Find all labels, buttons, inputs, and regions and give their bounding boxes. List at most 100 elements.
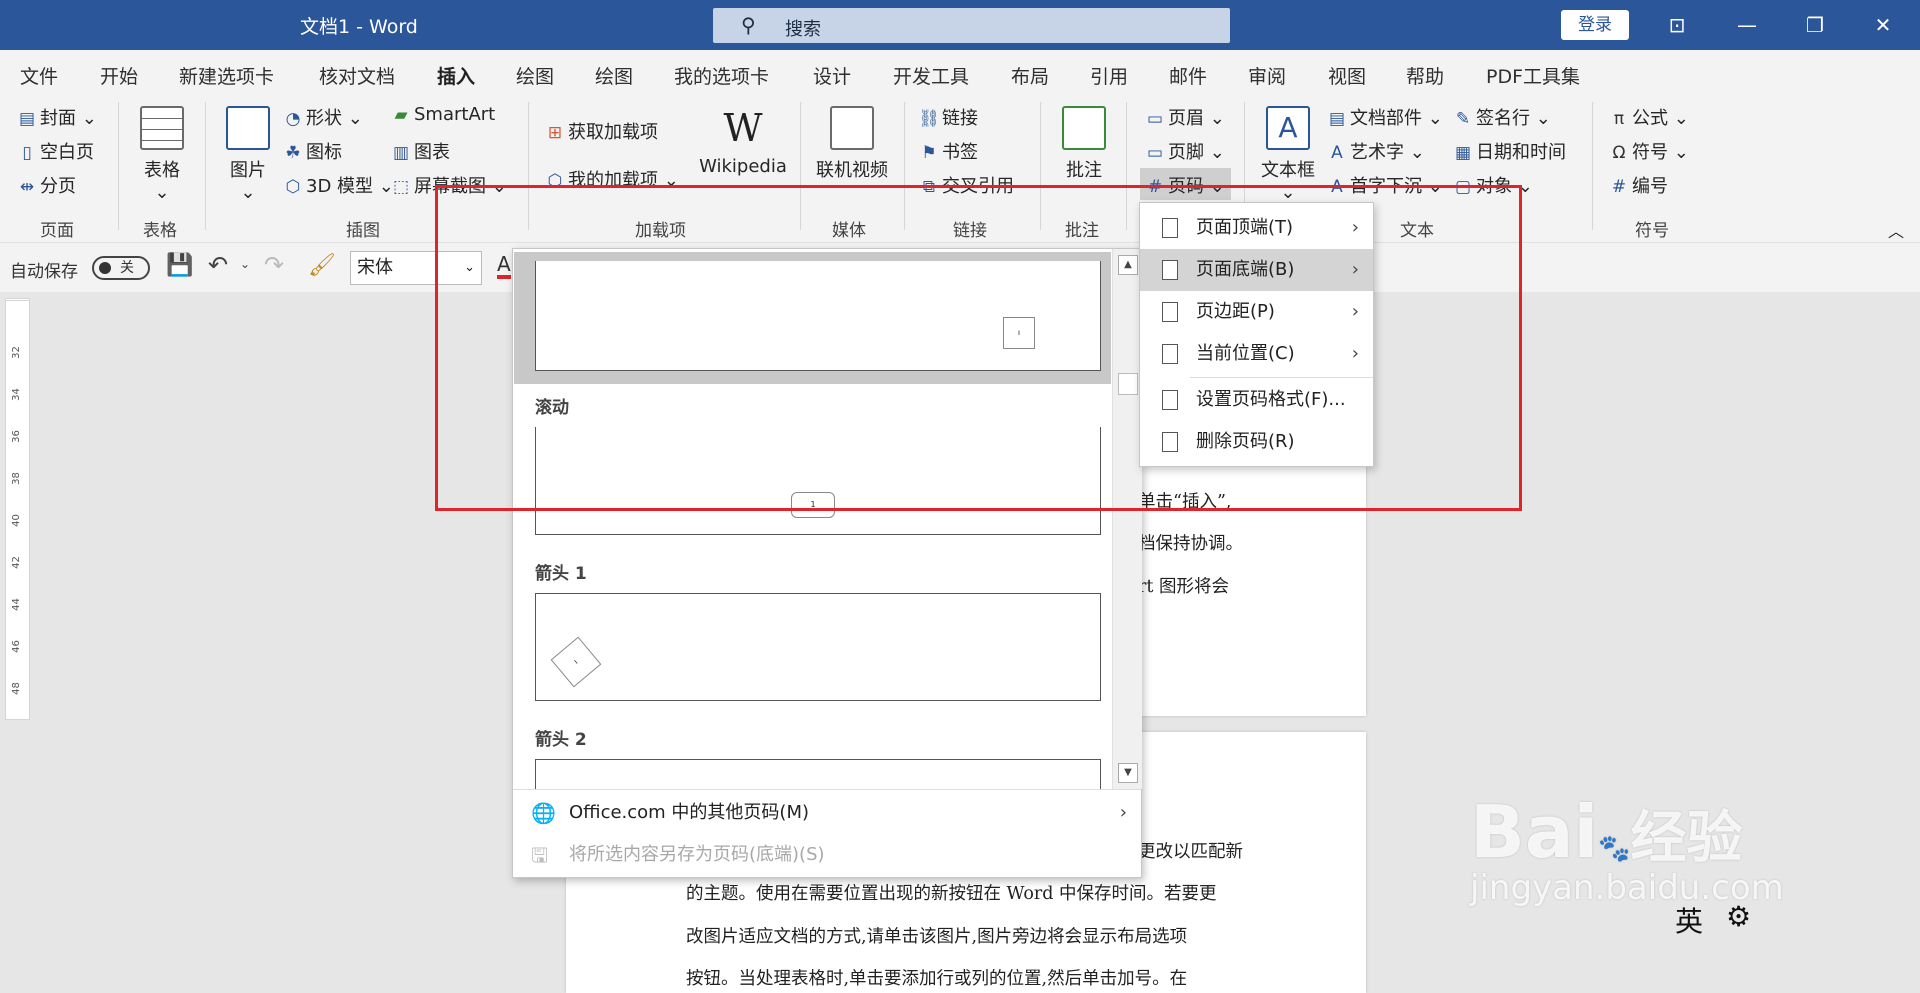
footer-label: 页脚 [1168, 142, 1204, 163]
date-time-button[interactable]: ▦ 日期和时间 [1452, 138, 1566, 164]
quick-parts-button[interactable]: ▤ 文档部件 ⌄ [1326, 104, 1443, 130]
tab-draw-2[interactable]: 绘图 [595, 62, 633, 89]
gallery-thumb-arrow2[interactable] [535, 759, 1101, 789]
tab-layout[interactable]: 布局 [1011, 62, 1049, 89]
separator [118, 102, 119, 230]
tab-developer[interactable]: 开发工具 [893, 62, 969, 89]
page1-text-line: 档保持协调。 [1138, 534, 1243, 554]
search-box[interactable]: ⚲ 搜索 [713, 8, 1230, 43]
page-break-button[interactable]: ⇹ 分页 [16, 172, 76, 198]
3d-model-label: 3D 模型 [306, 176, 374, 197]
tab-new[interactable]: 新建选项卡 [179, 62, 274, 89]
ruler-tick: 38 [10, 472, 22, 485]
tab-file[interactable]: 文件 [20, 62, 58, 89]
tab-design[interactable]: 设计 [813, 62, 851, 89]
chart-icon: ▥ [392, 143, 410, 163]
save-selection-item[interactable]: 🖫 将所选内容另存为页码(底端)(S) [513, 834, 1141, 876]
page-break-icon: ⇹ [19, 177, 35, 197]
table-button[interactable]: 表格 ⌄ [138, 106, 186, 203]
bookmark-button[interactable]: ⚑ 书签 [918, 138, 978, 164]
equation-label: 公式 [1632, 108, 1668, 129]
chart-button[interactable]: ▥ 图表 [390, 138, 450, 164]
page2-text-line: 的主题。使用在需要位置出现的新按钮在 Word 中保存时间。若要更 [686, 884, 1217, 904]
link-icon: ⛓ [918, 109, 940, 129]
autosave-toggle[interactable]: 关 [92, 256, 150, 280]
omega-icon: Ω [1612, 143, 1626, 163]
separator [1592, 102, 1593, 230]
ribbon-tabs: 文件 开始 新建选项卡 核对文档 插入 绘图 绘图 我的选项卡 设计 开发工具 … [0, 50, 1920, 141]
blank-page-label: 空白页 [40, 142, 94, 163]
3d-model-button[interactable]: ⬡ 3D 模型 ⌄ [282, 172, 394, 198]
comment-button[interactable]: 批注 [1056, 106, 1112, 182]
tab-review[interactable]: 审阅 [1248, 62, 1286, 89]
tab-help[interactable]: 帮助 [1406, 62, 1444, 89]
header-label: 页眉 [1168, 108, 1204, 129]
gallery-thumb-arrow1[interactable]: ı [535, 593, 1101, 701]
highlight-annotation-box [435, 185, 1522, 511]
minimize-icon[interactable]: — [1727, 8, 1767, 42]
close-icon[interactable]: ✕ [1863, 8, 1903, 42]
tab-mailings[interactable]: 邮件 [1169, 62, 1207, 89]
shapes-button[interactable]: ◔ 形状 ⌄ [282, 104, 363, 130]
get-addins-button[interactable]: ⊞ 获取加载项 [544, 118, 658, 144]
tab-my-tab[interactable]: 我的选项卡 [674, 62, 769, 89]
picture-label: 图片 [230, 160, 266, 181]
group-tables: 表格 [143, 221, 177, 241]
ruler-tick: 42 [10, 556, 22, 569]
tab-insert[interactable]: 插入 [437, 62, 475, 89]
video-icon [830, 106, 874, 150]
tab-home[interactable]: 开始 [100, 62, 138, 89]
collapse-ribbon-icon[interactable]: ︿ [1888, 218, 1904, 242]
tab-draw-1[interactable]: 绘图 [516, 62, 554, 89]
online-video-button[interactable]: 联机视频 [814, 106, 890, 182]
tab-pdf[interactable]: PDF工具集 [1486, 62, 1580, 89]
picture-button[interactable]: 图片 ⌄ [222, 106, 274, 203]
get-addins-label: 获取加载项 [568, 122, 658, 143]
ribbon-display-icon[interactable]: ⊡ [1657, 8, 1697, 42]
tab-view[interactable]: 视图 [1328, 62, 1366, 89]
wikipedia-icon: W [723, 106, 763, 150]
header-button[interactable]: ▭ 页眉 ⌄ [1144, 104, 1225, 130]
wikipedia-button[interactable]: W Wikipedia [696, 106, 790, 177]
cover-button[interactable]: ▤ 封面 ⌄ [16, 104, 97, 130]
comment-icon [1062, 106, 1106, 150]
tab-review-doc[interactable]: 核对文档 [319, 62, 395, 89]
wordart-button[interactable]: A 艺术字 ⌄ [1326, 138, 1425, 164]
symbol-label: 符号 [1632, 142, 1668, 163]
numbering-button[interactable]: # 编号 [1608, 172, 1668, 198]
format-painter-icon[interactable]: 🖌 [308, 253, 336, 278]
bookmark-label: 书签 [942, 142, 978, 163]
save-icon[interactable]: 💾 [166, 253, 193, 278]
signature-line-button[interactable]: ✎ 签名行 ⌄ [1452, 104, 1551, 130]
undo-icon[interactable]: ↶ [208, 251, 228, 279]
globe-icon: 🌐 [531, 801, 556, 825]
smartart-button[interactable]: ▰ SmartArt [390, 104, 495, 125]
pi-icon: π [1613, 109, 1625, 129]
footer-button[interactable]: ▭ 页脚 ⌄ [1144, 138, 1225, 164]
scroll-down-icon[interactable]: ▼ [1118, 763, 1138, 783]
equation-button[interactable]: π 公式 ⌄ [1608, 104, 1689, 130]
group-symbols: 符号 [1635, 221, 1669, 241]
textbox-icon: A [1266, 106, 1310, 150]
more-page-numbers-item[interactable]: 🌐 Office.com 中的其他页码(M) › [513, 792, 1141, 834]
comment-label: 批注 [1066, 160, 1102, 181]
icons-icon: ☘ [285, 143, 301, 163]
blank-page-button[interactable]: ▯ 空白页 [16, 138, 94, 164]
login-button[interactable]: 登录 [1561, 10, 1629, 40]
gallery-label-arrow2: 箭头 2 [535, 730, 587, 750]
symbol-button[interactable]: Ω 符号 ⌄ [1608, 138, 1689, 164]
separator [205, 102, 206, 230]
paw-icon: 🐾 [1598, 834, 1631, 864]
footer-icon: ▭ [1146, 143, 1164, 163]
tab-references[interactable]: 引用 [1090, 62, 1128, 89]
redo-icon[interactable]: ↷ [264, 251, 284, 279]
link-button[interactable]: ⛓ 链接 [918, 104, 978, 130]
restore-icon[interactable]: ❐ [1795, 8, 1835, 42]
divider [513, 789, 1141, 790]
header-icon: ▭ [1146, 109, 1164, 129]
undo-dropdown-icon[interactable]: ⌄ [240, 257, 250, 271]
numbering-label: 编号 [1632, 176, 1668, 197]
icons-button[interactable]: ☘ 图标 [282, 138, 342, 164]
wordart-icon: A [1331, 143, 1343, 163]
group-illustrations: 插图 [346, 221, 380, 241]
